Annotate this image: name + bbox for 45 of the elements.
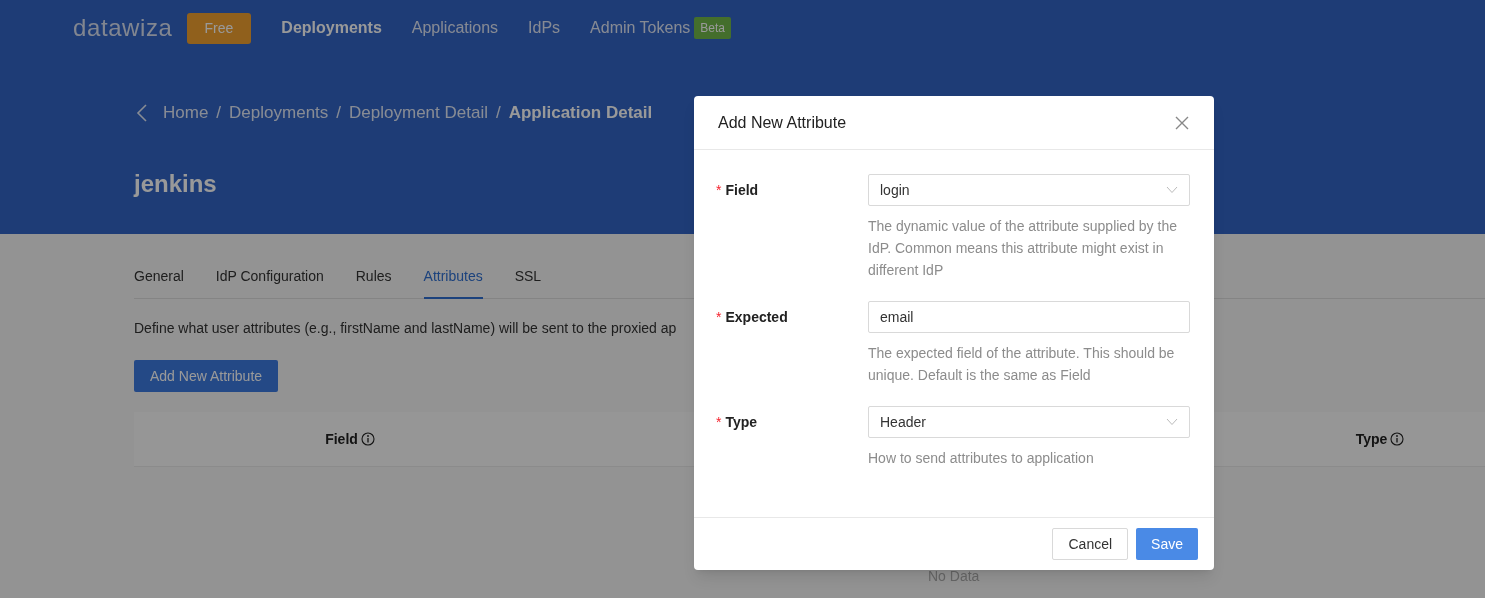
breadcrumb-separator: / — [495, 102, 501, 124]
nav-link[interactable]: Applications — [411, 16, 499, 40]
close-button[interactable] — [1174, 114, 1190, 131]
chevron-down-icon — [1166, 418, 1178, 426]
breadcrumb-link[interactable]: Deployment Detail — [349, 100, 488, 126]
page-title: jenkins — [132, 168, 217, 199]
required-mark: * — [716, 307, 722, 327]
tab[interactable]: General — [134, 266, 184, 299]
select-field[interactable]: Header — [868, 406, 1190, 438]
info-icon — [1390, 432, 1405, 446]
add-attribute-button[interactable]: Add New Attribute — [134, 360, 279, 392]
field-label: Expected — [725, 307, 788, 327]
breadcrumb-separator: / — [336, 102, 342, 124]
help-text: The expected field of the attribute. This should be unique. Default is the same as Field — [868, 344, 1176, 385]
tab[interactable]: IdP Configuration — [215, 266, 324, 299]
back-icon — [135, 102, 149, 123]
breadcrumb-link[interactable]: Application Detail — [508, 100, 653, 126]
cancel-button[interactable]: Cancel — [1052, 528, 1129, 560]
help-text: How to send attributes to application — [868, 449, 1095, 468]
save-button[interactable]: Save — [1136, 528, 1198, 560]
nav-link[interactable]: Deployments — [281, 16, 382, 40]
field-label: Field — [725, 180, 759, 200]
logo: datawiza — [73, 13, 173, 43]
breadcrumb-link[interactable]: Home — [163, 100, 209, 126]
chevron-down-icon — [1166, 186, 1178, 194]
tab[interactable]: Attributes — [423, 266, 483, 299]
beta-badge: Beta — [694, 17, 731, 39]
dialog-title: Add New Attribute — [718, 112, 847, 133]
breadcrumb-separator: / — [216, 102, 222, 124]
input-field[interactable]: email — [868, 301, 1190, 333]
tab[interactable]: SSL — [514, 266, 542, 299]
required-mark: * — [716, 412, 722, 432]
plan-badge: Free — [186, 12, 252, 44]
required-mark: * — [716, 180, 722, 200]
close-icon — [1174, 114, 1190, 131]
help-text: The dynamic value of the attribute supplied by the IdP. Common means this attribute might exist in different IdP — [868, 217, 1178, 280]
nav-link[interactable]: IdPs — [528, 16, 561, 40]
column-header: Field — [325, 429, 358, 449]
column-header: Type — [1355, 429, 1388, 449]
field-label: Type — [725, 412, 758, 432]
select-field[interactable]: login — [868, 174, 1190, 206]
nav-link[interactable]: Admin Tokens — [590, 16, 691, 40]
info-icon — [360, 432, 375, 446]
breadcrumb-link[interactable]: Deployments — [229, 100, 329, 126]
tab[interactable]: Rules — [355, 266, 392, 299]
